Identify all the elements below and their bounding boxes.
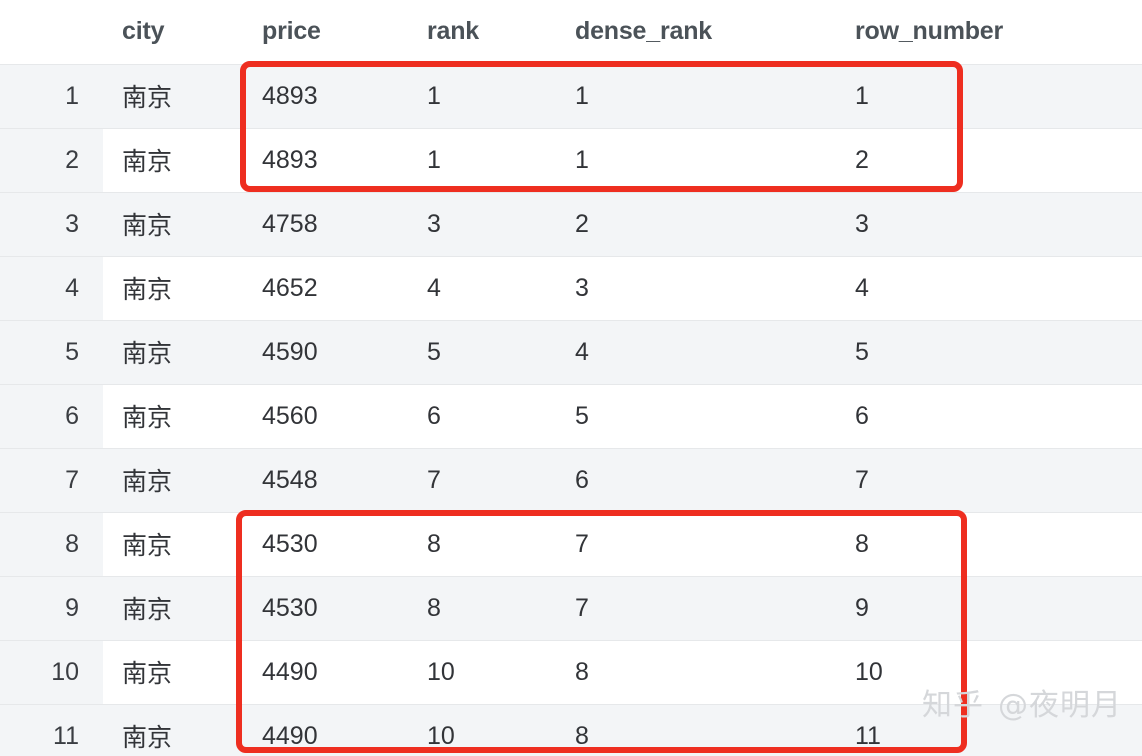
cell-row_number: 6 <box>836 383 1142 448</box>
row-index-cell: 6 <box>0 383 103 448</box>
cell-rank: 8 <box>408 575 556 640</box>
row-index-cell: 10 <box>0 639 103 704</box>
table-row: 4 南京 4652 4 3 4 <box>0 255 1142 320</box>
column-header-price: price <box>243 0 408 64</box>
cell-row_number: 9 <box>836 575 1142 640</box>
cell-row_number: 3 <box>836 191 1142 256</box>
cell-dense_rank: 7 <box>556 575 836 640</box>
cell-price: 4548 <box>243 447 408 512</box>
cell-city: 南京 <box>103 255 243 320</box>
cell-rank: 1 <box>408 127 556 192</box>
screenshot-viewport: city price rank dense_rank row_number 1南… <box>0 0 1142 756</box>
cell-row_number: 10 <box>836 639 1142 704</box>
table-row: 9 南京 4530 8 7 9 <box>0 575 1142 640</box>
column-header-rank: rank <box>408 0 556 64</box>
column-header-row-number: row_number <box>836 0 1142 64</box>
cell-dense_rank: 2 <box>556 191 836 256</box>
cell-rank: 1 <box>408 63 556 128</box>
column-header-dense-rank: dense_rank <box>556 0 836 64</box>
cell-rank: 6 <box>408 383 556 448</box>
cell-price: 4590 <box>243 319 408 384</box>
cell-city: 南京 <box>103 575 243 640</box>
cell-city: 南京 <box>103 703 243 756</box>
cell-dense_rank: 1 <box>556 127 836 192</box>
cell-rank: 3 <box>408 191 556 256</box>
cell-row_number: 4 <box>836 255 1142 320</box>
cell-price: 4652 <box>243 255 408 320</box>
table-row: 5 南京 4590 5 4 5 <box>0 319 1142 384</box>
cell-row_number: 2 <box>836 127 1142 192</box>
cell-price: 4893 <box>243 127 408 192</box>
row-index-cell: 11 <box>0 703 103 756</box>
table-row: 1 南京 4893 1 1 1 <box>0 63 1142 128</box>
table-header: city price rank dense_rank row_number <box>0 0 1142 64</box>
cell-dense_rank: 7 <box>556 511 836 576</box>
table-body: 1 南京 4893 1 1 1 2 南京 4893 1 1 2 3 南京 4758 3 2 3 4 南京 4652 4 3 4… <box>0 63 1142 756</box>
row-index-cell: 4 <box>0 255 103 320</box>
cell-price: 4893 <box>243 63 408 128</box>
column-header-city: city <box>103 0 243 64</box>
cell-rank: 7 <box>408 447 556 512</box>
row-index-cell: 8 <box>0 511 103 576</box>
table-row: 6 南京 4560 6 5 6 <box>0 383 1142 448</box>
cell-city: 南京 <box>103 319 243 384</box>
cell-row_number: 7 <box>836 447 1142 512</box>
cell-price: 4758 <box>243 191 408 256</box>
cell-row_number: 1 <box>836 63 1142 128</box>
cell-price: 4490 <box>243 639 408 704</box>
cell-dense_rank: 8 <box>556 703 836 756</box>
row-index-cell: 9 <box>0 575 103 640</box>
table-row: 10 南京 4490 10 8 10 <box>0 639 1142 704</box>
cell-city: 南京 <box>103 63 243 128</box>
cell-row_number: 5 <box>836 319 1142 384</box>
row-index-cell: 1 <box>0 63 103 128</box>
row-index-cell: 2 <box>0 127 103 192</box>
cell-city: 南京 <box>103 447 243 512</box>
cell-rank: 5 <box>408 319 556 384</box>
column-header-index <box>0 0 103 64</box>
cell-price: 4490 <box>243 703 408 756</box>
cell-dense_rank: 3 <box>556 255 836 320</box>
cell-dense_rank: 1 <box>556 63 836 128</box>
table-row: 2 南京 4893 1 1 2 <box>0 127 1142 192</box>
cell-rank: 10 <box>408 639 556 704</box>
row-index-cell: 3 <box>0 191 103 256</box>
cell-city: 南京 <box>103 191 243 256</box>
table-row: 7 南京 4548 7 6 7 <box>0 447 1142 512</box>
table-row: 8 南京 4530 8 7 8 <box>0 511 1142 576</box>
row-index-cell: 5 <box>0 319 103 384</box>
cell-dense_rank: 5 <box>556 383 836 448</box>
cell-price: 4530 <box>243 511 408 576</box>
cell-dense_rank: 8 <box>556 639 836 704</box>
cell-dense_rank: 6 <box>556 447 836 512</box>
cell-dense_rank: 4 <box>556 319 836 384</box>
cell-rank: 4 <box>408 255 556 320</box>
cell-city: 南京 <box>103 127 243 192</box>
cell-rank: 10 <box>408 703 556 756</box>
table-row: 11 南京 4490 10 8 11 <box>0 703 1142 756</box>
cell-row_number: 8 <box>836 511 1142 576</box>
cell-price: 4530 <box>243 575 408 640</box>
row-index-cell: 7 <box>0 447 103 512</box>
table-row: 3 南京 4758 3 2 3 <box>0 191 1142 256</box>
cell-city: 南京 <box>103 639 243 704</box>
cell-rank: 8 <box>408 511 556 576</box>
cell-city: 南京 <box>103 383 243 448</box>
table-header-row: city price rank dense_rank row_number <box>0 0 1142 64</box>
dataframe-table: city price rank dense_rank row_number 1南… <box>0 0 1142 756</box>
cell-city: 南京 <box>103 511 243 576</box>
cell-price: 4560 <box>243 383 408 448</box>
cell-row_number: 11 <box>836 703 1142 756</box>
